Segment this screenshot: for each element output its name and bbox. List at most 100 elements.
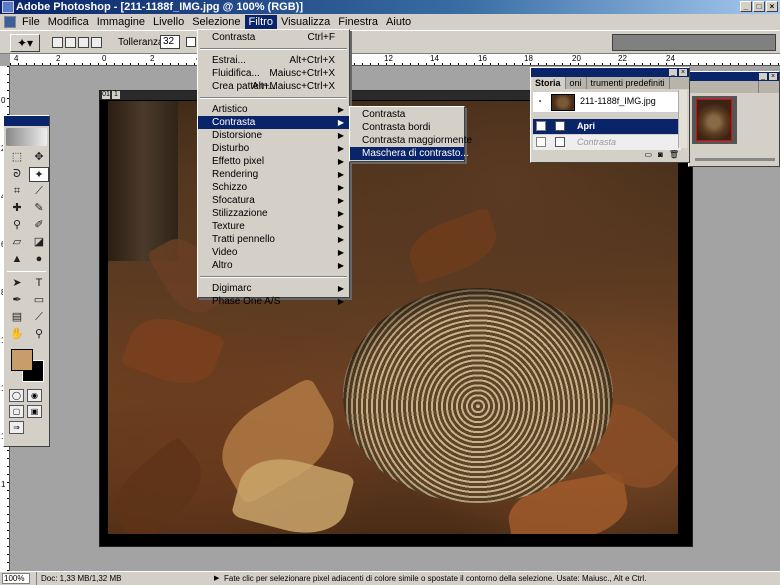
navigator-preview[interactable] [692,96,737,144]
submenu-item-contrasta-bordi[interactable]: Contrasta bordi [350,121,464,134]
palette-minimize-button[interactable]: _ [759,73,767,80]
type-tool-icon[interactable]: T [29,276,49,291]
palette-well[interactable] [612,34,776,51]
new-selection-icon[interactable] [52,37,63,48]
photo-canvas[interactable] [108,101,678,534]
eraser-tool-icon[interactable]: ▱ [7,235,27,250]
slice-tool-icon[interactable]: ⟋ [29,184,49,199]
foreground-color-swatch[interactable] [11,349,33,371]
menu-file[interactable]: File [18,15,44,30]
menu-filtro[interactable]: Filtro [244,14,277,30]
jump-to-imageready-icon[interactable]: ⇒ [9,421,24,434]
adobe-eye-logo[interactable] [6,128,47,146]
history-source-box[interactable] [536,121,546,131]
menu-item-rendering[interactable]: Rendering ▶ [198,168,349,181]
screen-mode-2-icon[interactable]: ▣ [27,405,42,418]
menu-modifica[interactable]: Modifica [44,15,93,30]
zoom-field[interactable]: 100% [2,573,30,584]
palette-minimize-button[interactable]: _ [669,69,677,76]
palette-close-button[interactable]: × [769,73,777,80]
new-snapshot-icon[interactable]: ◙ [658,150,663,162]
pen-tool-icon[interactable]: ✒ [7,293,27,308]
history-brush-source-icon[interactable]: ◔ [537,97,547,107]
shape-tool-icon[interactable]: ▭ [29,293,49,308]
doc-button[interactable]: 01 [102,91,110,99]
menu-item-digimarc[interactable]: Digimarc ▶ [198,282,349,295]
history-brush-icon[interactable]: ✐ [29,218,49,233]
tab-navigator[interactable] [689,81,759,93]
document-size-info[interactable]: Doc: 1,33 MB/1,32 MB [36,572,201,585]
magic-wand-icon[interactable]: ✦▾ [10,34,40,52]
move-tool-icon[interactable]: ✥ [29,150,49,165]
menu-item-sfocatura[interactable]: Sfocatura ▶ [198,194,349,207]
navigator-view-box[interactable] [696,99,732,141]
menu-livello[interactable]: Livello [149,15,188,30]
menu-item-video[interactable]: Video ▶ [198,246,349,259]
menu-item-phase-one[interactable]: Phase One A/S ▶ [198,295,349,308]
menu-item-estrai[interactable]: Estrai... Alt+Ctrl+X [198,54,349,67]
brush-tool-icon[interactable]: ✎ [29,201,49,216]
quickmask-mode-icon[interactable]: ◉ [27,389,42,402]
path-select-icon[interactable]: ➤ [7,276,27,291]
intersect-selection-icon[interactable] [91,37,102,48]
submenu-item-contrasta-maggiormente[interactable]: Contrasta maggiormente [350,134,472,147]
document-icon[interactable] [4,16,16,28]
screen-mode-1-icon[interactable]: ▢ [9,405,24,418]
standard-mode-icon[interactable]: ◯ [9,389,24,402]
toolbox-titlebar[interactable] [4,116,49,126]
tab-storia[interactable]: Storia [531,77,566,89]
doc-button[interactable]: 1 [112,91,120,99]
menu-item-disturbo[interactable]: Disturbo ▶ [198,142,349,155]
menu-item-effetto-pixel[interactable]: Effetto pixel ▶ [198,155,349,168]
submenu-item-contrasta[interactable]: Contrasta [350,108,464,121]
hand-tool-icon[interactable]: ✋ [7,327,27,342]
clone-stamp-icon[interactable]: ⚲ [7,218,27,233]
tab-strumenti-predefiniti[interactable]: trumenti predefiniti [587,77,670,89]
history-state-contrasta[interactable]: Contrasta [533,135,681,150]
minimize-button[interactable]: _ [740,1,752,12]
close-button[interactable]: × [766,1,778,12]
menu-item-tratti-pennello[interactable]: Tratti pennello ▶ [198,233,349,246]
antialias-checkbox[interactable] [186,37,196,47]
paint-bucket-icon[interactable]: ◪ [29,235,49,250]
navigator-titlebar[interactable]: _ × [689,72,779,81]
menu-item-crea-pattern[interactable]: Crea pattern... Alt+Maiusc+Ctrl+X [198,80,349,93]
history-state-apri[interactable]: Apri [533,119,681,134]
menu-selezione[interactable]: Selezione [188,15,244,30]
menu-finestra[interactable]: Finestra [334,15,382,30]
maximize-button[interactable]: □ [753,1,765,12]
new-document-from-state-icon[interactable]: ▭ [644,150,652,162]
marquee-tool-icon[interactable]: ⬚ [7,150,27,165]
menu-immagine[interactable]: Immagine [93,15,149,30]
menu-aiuto[interactable]: Aiuto [382,15,415,30]
add-selection-icon[interactable] [65,37,76,48]
blur-tool-icon[interactable]: ▲ [7,252,27,267]
notes-tool-icon[interactable]: ▤ [7,310,27,325]
crop-tool-icon[interactable]: ⌗ [7,184,27,199]
navigator-zoom-slider[interactable] [695,158,775,161]
history-titlebar[interactable]: _ × [531,68,689,77]
tab-azioni[interactable]: oni [566,77,587,89]
dodge-tool-icon[interactable]: ● [29,252,49,267]
lasso-tool-icon[interactable]: ᘐ [7,167,27,182]
menu-item-fluidifica[interactable]: Fluidifica... Maiusc+Ctrl+X [198,67,349,80]
menu-item-texture[interactable]: Texture ▶ [198,220,349,233]
magic-wand-tool-icon[interactable]: ✦ [29,167,49,182]
menu-item-distorsione[interactable]: Distorsione ▶ [198,129,349,142]
trash-icon[interactable]: 🗑 [669,150,679,162]
menu-item-stilizzazione[interactable]: Stilizzazione ▶ [198,207,349,220]
zoom-tool-icon[interactable]: ⚲ [29,327,49,342]
submenu-item-maschera-di-contrasto[interactable]: Maschera di contrasto... [350,147,469,160]
menu-item-altro[interactable]: Altro ▶ [198,259,349,272]
subtract-selection-icon[interactable] [78,37,89,48]
menu-item-contrasta[interactable]: Contrasta ▶ [198,116,349,129]
palette-close-button[interactable]: × [679,69,687,76]
history-source-box[interactable] [536,137,546,147]
history-scrollbar[interactable] [678,90,687,148]
tolerance-input[interactable]: 32 [160,35,180,49]
menu-item-last-filter[interactable]: Contrasta Ctrl+F [198,31,349,44]
menu-item-schizzo[interactable]: Schizzo ▶ [198,181,349,194]
healing-brush-icon[interactable]: ✚ [7,201,27,216]
menu-visualizza[interactable]: Visualizza [277,15,334,30]
menu-item-artistico[interactable]: Artistico ▶ [198,103,349,116]
